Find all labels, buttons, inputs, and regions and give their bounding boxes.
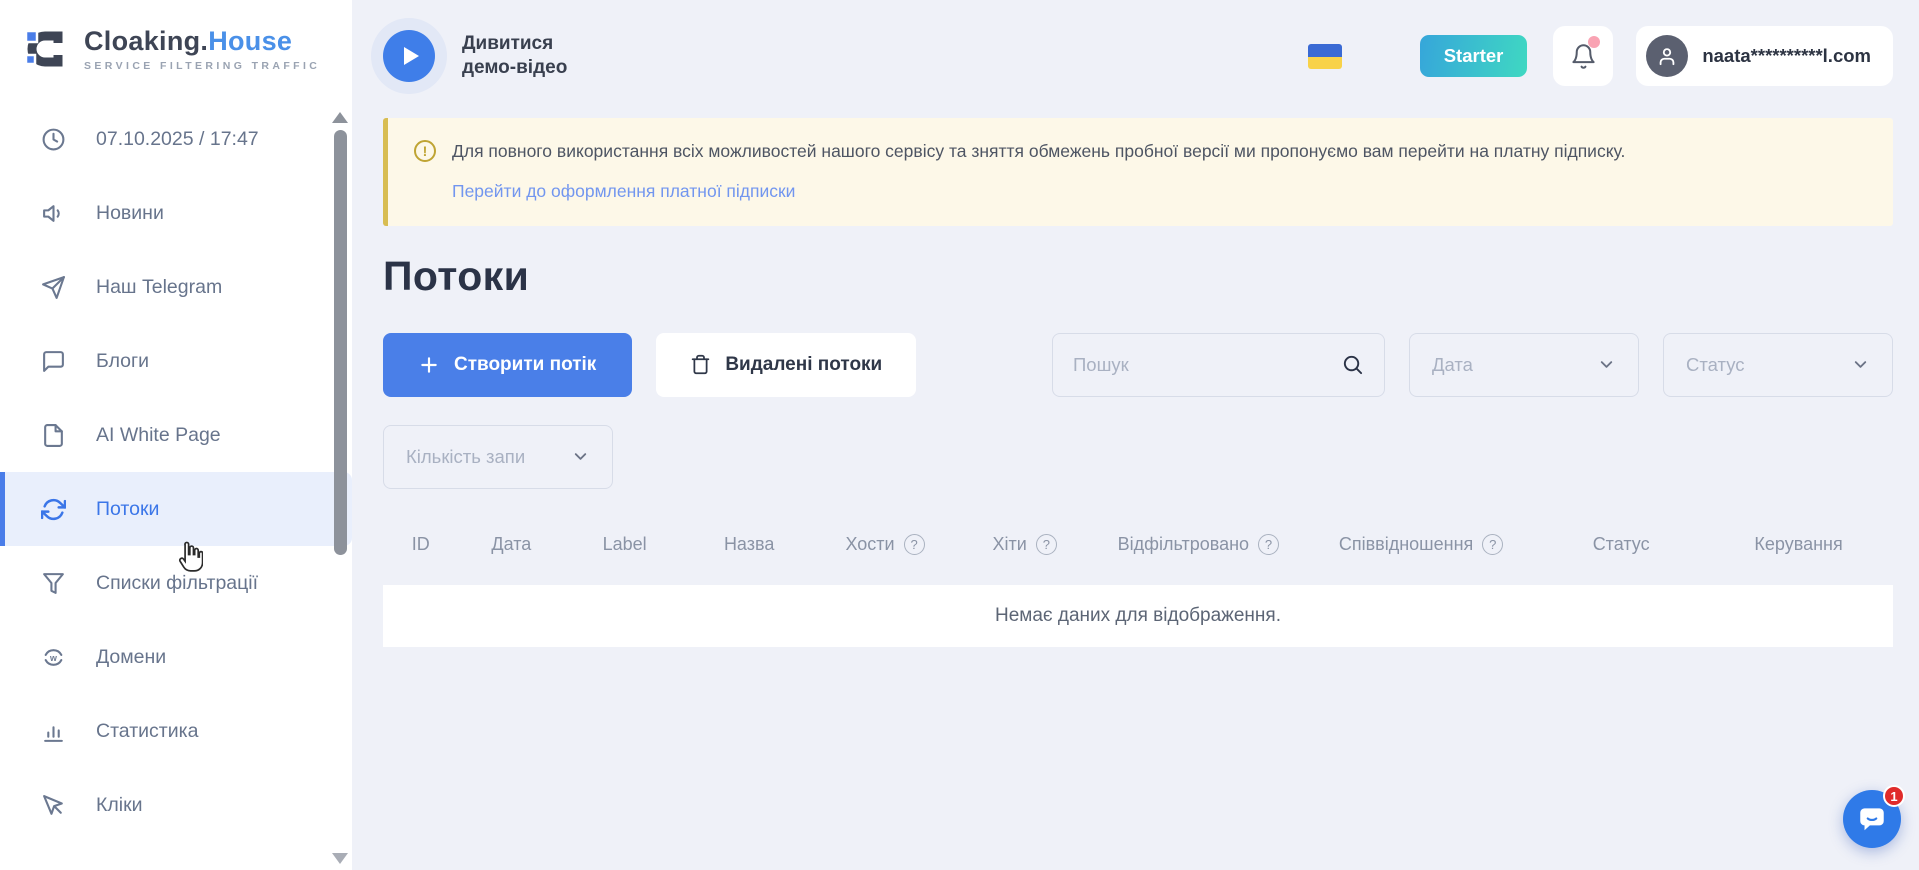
- sidebar-nav: 07.10.2025 / 17:47 Новини Наш Telegram Б…: [0, 92, 352, 842]
- notifications-button[interactable]: [1553, 26, 1613, 86]
- sidebar-item-statistics[interactable]: Статистика: [0, 694, 352, 768]
- sidebar-item-label: Кліки: [96, 794, 143, 817]
- logo-tagline: SERVICE FILTERING TRAFFIC: [84, 60, 320, 72]
- chat-widget-button[interactable]: 1: [1843, 790, 1901, 848]
- sidebar-item-filter-lists[interactable]: Списки фільтрації: [0, 546, 352, 620]
- scrollbar-thumb[interactable]: [334, 130, 347, 555]
- svg-text:w: w: [49, 653, 57, 663]
- sidebar-item-datetime: 07.10.2025 / 17:47: [0, 102, 352, 176]
- toolbar-row2: Кількість запи: [383, 425, 1893, 489]
- logo[interactable]: Cloaking.House SERVICE FILTERING TRAFFIC: [0, 0, 352, 92]
- sidebar-item-blogs[interactable]: Блоги: [0, 324, 352, 398]
- column-header-filtered: Відфільтровано?: [1093, 534, 1304, 555]
- user-menu[interactable]: naata**********l.com: [1636, 26, 1893, 86]
- column-header-ratio: Співвідношення?: [1304, 534, 1538, 555]
- plan-badge[interactable]: Starter: [1420, 35, 1528, 77]
- topbar: Дивитися демо-відео Starter naata*******…: [383, 0, 1893, 112]
- demo-video-button[interactable]: Дивитися демо-відео: [383, 30, 567, 82]
- logo-primary: Cloaking.: [84, 26, 208, 56]
- flows-refresh-icon: [40, 496, 66, 522]
- sidebar-item-news[interactable]: Новини: [0, 176, 352, 250]
- chat-bubble-icon: [40, 348, 66, 374]
- column-header-label: Label: [564, 534, 685, 555]
- sidebar-item-label: Новини: [96, 202, 164, 225]
- create-flow-button[interactable]: Створити потік: [383, 333, 632, 397]
- scrollbar-up-arrow[interactable]: [332, 112, 348, 123]
- search-field: [1052, 333, 1385, 397]
- telegram-icon: [40, 274, 66, 300]
- megaphone-icon: [40, 200, 66, 226]
- document-icon: [40, 422, 66, 448]
- mouse-pointer-icon: [40, 792, 66, 818]
- main-content: Дивитися демо-відео Starter naata*******…: [352, 0, 1919, 870]
- logo-accent: House: [208, 26, 292, 56]
- column-header-name: Назва: [685, 534, 813, 555]
- funnel-icon: [40, 570, 66, 596]
- clock-icon: [40, 126, 66, 152]
- sidebar-item-telegram[interactable]: Наш Telegram: [0, 250, 352, 324]
- plus-icon: [419, 355, 439, 375]
- page-title: Потоки: [383, 253, 1893, 300]
- records-count-dropdown[interactable]: Кількість запи: [383, 425, 613, 489]
- notification-dot: [1588, 36, 1600, 48]
- column-header-hits: Хіти?: [957, 534, 1093, 555]
- sidebar-item-ai-white-page[interactable]: AI White Page: [0, 398, 352, 472]
- user-email: naata**********l.com: [1702, 45, 1871, 67]
- table-header: ID Дата Label Назва Хости? Хіти? Відфіль…: [383, 519, 1893, 571]
- help-icon[interactable]: ?: [904, 534, 925, 555]
- date-filter-dropdown[interactable]: Дата: [1409, 333, 1639, 397]
- domain-www-icon: w: [40, 644, 66, 670]
- chat-smile-icon: [1856, 803, 1888, 835]
- column-header-date: Дата: [459, 534, 565, 555]
- person-icon: [1656, 45, 1678, 67]
- sidebar-item-clicks[interactable]: Кліки: [0, 768, 352, 842]
- sidebar-item-flows[interactable]: Потоки: [0, 472, 352, 546]
- sidebar-item-label: Списки фільтрації: [96, 572, 258, 595]
- sidebar-item-label: Статистика: [96, 720, 198, 743]
- ukraine-flag-icon[interactable]: [1308, 44, 1342, 69]
- deleted-flows-button[interactable]: Видалені потоки: [656, 333, 916, 397]
- status-filter-dropdown[interactable]: Статус: [1663, 333, 1893, 397]
- scrollbar-down-arrow[interactable]: [332, 853, 348, 864]
- trash-icon: [690, 354, 711, 375]
- avatar: [1646, 35, 1688, 77]
- toolbar: Створити потік Видалені потоки Дата Стат…: [383, 333, 1893, 397]
- logo-text: Cloaking.House SERVICE FILTERING TRAFFIC: [84, 26, 320, 72]
- chevron-down-icon: [1851, 355, 1870, 374]
- trial-warning-banner: ! Для повного використання всіх можливос…: [383, 118, 1893, 226]
- sidebar-item-label: AI White Page: [96, 424, 221, 447]
- sidebar-item-label: Наш Telegram: [96, 276, 222, 299]
- column-header-hosts: Хости?: [813, 534, 956, 555]
- help-icon[interactable]: ?: [1036, 534, 1057, 555]
- sidebar-item-label: 07.10.2025 / 17:47: [96, 128, 259, 151]
- help-icon[interactable]: ?: [1258, 534, 1279, 555]
- subscribe-link[interactable]: Перейти до оформлення платної підписки: [452, 181, 795, 202]
- topbar-right: Starter naata**********l.com: [1308, 26, 1893, 86]
- demo-video-label: Дивитися демо-відео: [462, 32, 567, 80]
- sidebar-item-label: Потоки: [96, 498, 159, 521]
- chat-unread-badge: 1: [1883, 785, 1905, 807]
- chevron-down-icon: [1597, 355, 1616, 374]
- column-header-status: Статус: [1538, 534, 1704, 555]
- sidebar-item-label: Домени: [96, 646, 166, 669]
- sidebar: Cloaking.House SERVICE FILTERING TRAFFIC…: [0, 0, 352, 870]
- play-icon: [383, 30, 435, 82]
- search-icon[interactable]: [1341, 353, 1364, 376]
- help-icon[interactable]: ?: [1482, 534, 1503, 555]
- sidebar-item-label: Блоги: [96, 350, 149, 373]
- table-empty-state: Немає даних для відображення.: [383, 585, 1893, 647]
- column-header-actions: Керування: [1704, 534, 1893, 555]
- column-header-id: ID: [383, 534, 459, 555]
- sidebar-item-domains[interactable]: w Домени: [0, 620, 352, 694]
- sidebar-scrollbar: [331, 112, 349, 864]
- search-input[interactable]: [1073, 354, 1331, 376]
- banner-message: Для повного використання всіх можливосте…: [452, 139, 1625, 164]
- bar-chart-icon: [40, 718, 66, 744]
- chevron-down-icon: [571, 447, 590, 466]
- logo-icon: [24, 26, 70, 72]
- warning-icon: !: [414, 140, 436, 162]
